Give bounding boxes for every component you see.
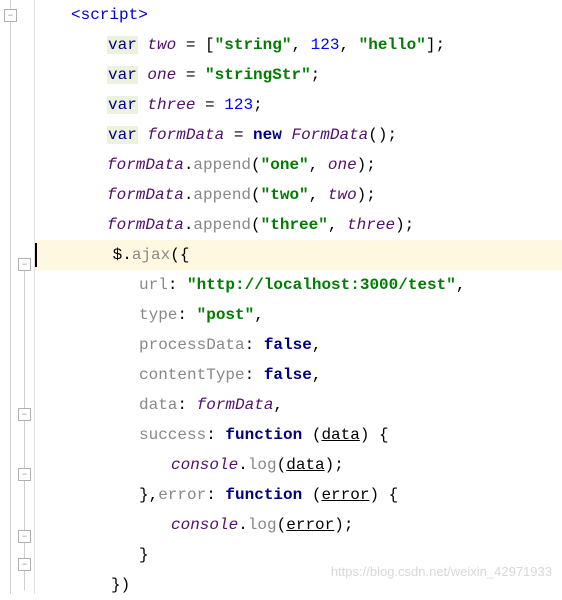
code-line: contentType: false,	[35, 360, 562, 390]
fold-icon[interactable]: −	[18, 258, 31, 271]
code-line: var one = "stringStr";	[35, 60, 562, 90]
code-line: var two = ["string", 123, "hello"];	[35, 30, 562, 60]
code-editor: − − − − − − <script> var two = ["string"…	[0, 0, 562, 594]
fold-icon[interactable]: −	[4, 9, 17, 22]
code-line: type: "post",	[35, 300, 562, 330]
code-line: console.log(data);	[35, 450, 562, 480]
code-line: },error: function (error) {	[35, 480, 562, 510]
fold-icon[interactable]: −	[18, 408, 31, 421]
code-line: data: formData,	[35, 390, 562, 420]
fold-icon[interactable]: −	[18, 468, 31, 481]
code-line: formData.append("two", two);	[35, 180, 562, 210]
watermark: https://blog.csdn.net/weixin_42971933	[331, 564, 552, 579]
fold-icon[interactable]: −	[18, 530, 31, 543]
code-line: <script>	[35, 0, 562, 30]
code-line: formData.append("three", three);	[35, 210, 562, 240]
caret	[35, 243, 37, 267]
gutter: − − − − − −	[0, 0, 35, 594]
code-line: var three = 123;	[35, 90, 562, 120]
fold-icon[interactable]: −	[18, 558, 31, 571]
code-area[interactable]: <script> var two = ["string", 123, "hell…	[35, 0, 562, 594]
tag-text: <script>	[71, 6, 148, 24]
code-line: processData: false,	[35, 330, 562, 360]
code-line: console.log(error);	[35, 510, 562, 540]
code-line: var formData = new FormData();	[35, 120, 562, 150]
code-line-current: $.ajax({	[35, 240, 562, 270]
code-line: url: "http://localhost:3000/test",	[35, 270, 562, 300]
code-line: formData.append("one", one);	[35, 150, 562, 180]
code-line: success: function (data) {	[35, 420, 562, 450]
